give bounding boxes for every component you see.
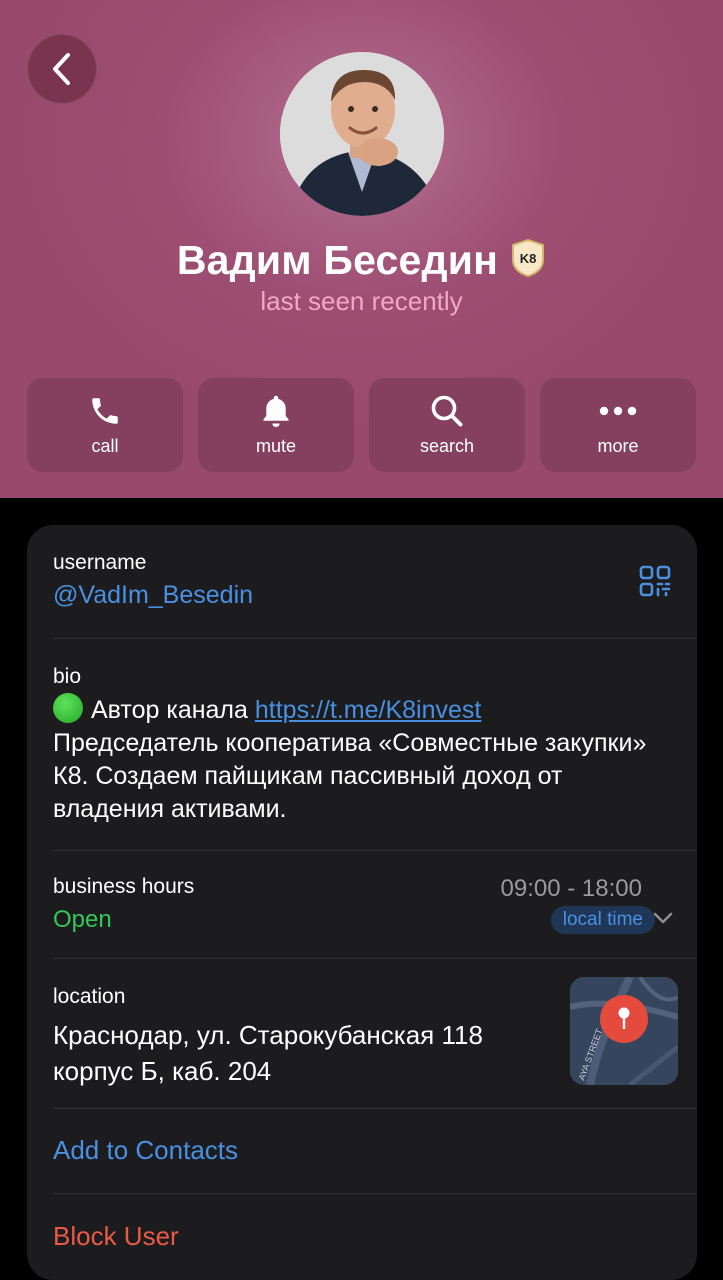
username-row[interactable]: username @VadIm_Besedin [53, 551, 671, 610]
bio-link[interactable]: https://t.me/K8invest [255, 696, 482, 724]
search-button[interactable]: search [369, 378, 525, 472]
map-pin-icon [600, 995, 648, 1043]
divider [53, 850, 697, 851]
search-label: search [419, 436, 475, 456]
profile-name: Вадим Беседин [176, 236, 499, 283]
username-value[interactable]: @VadIm_Besedin [53, 581, 671, 610]
avatar[interactable] [280, 52, 444, 216]
bio-description: Председатель кооператива «Совместные зак… [53, 729, 647, 823]
bio-text: Автор канала https://t.me/K8invest Предс… [53, 693, 671, 826]
svg-text:K8: K8 [520, 251, 537, 266]
more-label: more [597, 436, 639, 456]
qr-code-icon[interactable] [639, 565, 671, 602]
more-dots-icon [599, 406, 637, 416]
chevron-left-icon [53, 53, 70, 85]
more-button[interactable]: more [540, 378, 696, 472]
block-user-button[interactable]: Block User [53, 1221, 671, 1252]
local-time-pill[interactable]: local time [550, 906, 655, 934]
map-thumbnail[interactable]: AYA STREET [570, 977, 678, 1085]
add-to-contacts-button[interactable]: Add to Contacts [53, 1135, 671, 1166]
k8-badge-icon[interactable]: K8 [510, 238, 546, 283]
bell-icon [263, 395, 289, 428]
call-label: call [91, 436, 119, 456]
divider [53, 638, 697, 639]
green-circle-emoji-icon [53, 693, 83, 723]
mute-button[interactable]: mute [198, 378, 354, 472]
chevron-down-icon[interactable] [653, 911, 673, 930]
divider [53, 1193, 697, 1194]
profile-header: Вадим Беседин K8 last seen recently call [0, 0, 723, 498]
business-hours-time: 09:00 - 18:00 [500, 875, 642, 902]
mute-label: mute [255, 436, 297, 456]
search-icon [431, 395, 463, 427]
phone-icon [92, 398, 118, 424]
divider [53, 958, 697, 959]
profile-info-card: username @VadIm_Besedin bio Автор канала… [27, 525, 697, 1280]
bio-prefix: Автор канала [91, 696, 255, 724]
username-label: username [53, 551, 147, 574]
location-value: Краснодар, ул. Старокубанская 118 корпус… [53, 1020, 483, 1086]
call-button[interactable]: call [27, 378, 183, 472]
action-buttons: call mute search more [27, 378, 697, 472]
last-seen-status: last seen recently [260, 286, 463, 316]
bio-label: bio [53, 665, 82, 688]
divider [53, 1108, 697, 1109]
bio-row: bio Автор канала https://t.me/K8invest П… [53, 665, 671, 826]
name-row: Вадим Беседин K8 [0, 232, 723, 288]
back-button[interactable] [27, 34, 97, 104]
